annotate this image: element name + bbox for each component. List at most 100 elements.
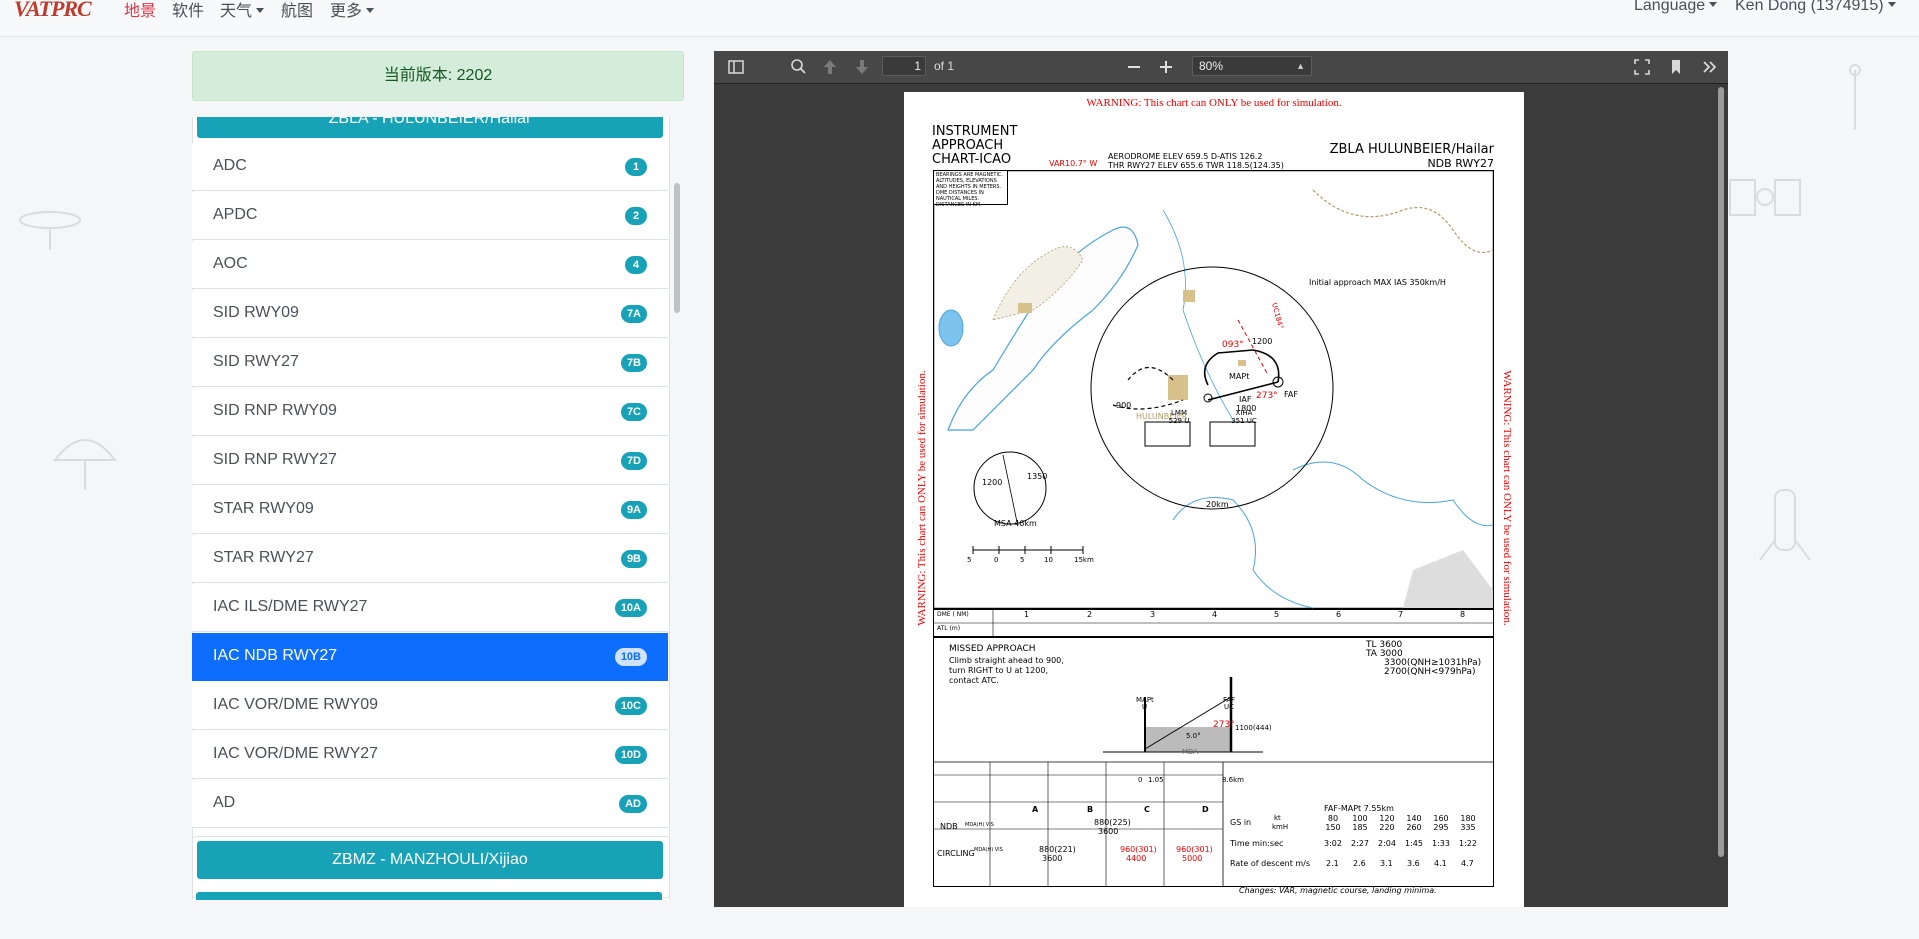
profile-gradient: 5.0° — [1186, 732, 1201, 740]
dme-7: 7 — [1398, 610, 1404, 619]
list-item[interactable]: AOC 4 — [192, 241, 668, 289]
descent-value: 4.7 — [1461, 859, 1474, 868]
chart-title-block: INSTRUMENT APPROACH CHART-ICAO — [932, 125, 1017, 167]
descent-value: 2.1 — [1326, 859, 1339, 868]
list-item[interactable]: APDC 2 — [192, 192, 668, 240]
time-value: 2:04 — [1378, 839, 1396, 848]
descent-value: 2.6 — [1353, 859, 1366, 868]
item-label: SID RWY27 — [213, 353, 299, 370]
dme-5: 5 — [1274, 610, 1280, 619]
lmm-box: LMM 529 U — [1159, 409, 1199, 425]
nav-software[interactable]: 软件 — [172, 0, 204, 21]
scale-label-1: 0 — [994, 556, 999, 564]
zoom-select[interactable]: 80% ▲ — [1192, 56, 1312, 76]
list-item[interactable]: SID RWY27 7B — [192, 339, 668, 387]
item-label: ADC — [213, 157, 247, 174]
circling-vis-d: 5000 — [1182, 854, 1203, 863]
item-badge: 9A — [620, 501, 647, 519]
tools-icon[interactable] — [1700, 57, 1720, 77]
list-item[interactable]: SID RNP RWY09 7C — [192, 388, 668, 436]
user-dropdown[interactable]: Ken Dong (1374915) — [1735, 0, 1896, 15]
warning-top: WARNING: This chart can ONLY be used for… — [1086, 97, 1342, 109]
profile-course: 273° — [1213, 720, 1235, 730]
fullscreen-icon[interactable] — [1632, 57, 1652, 77]
dme-4: 4 — [1212, 610, 1218, 619]
satellite-doodle-icon — [19, 211, 81, 250]
atl-label: ATL (m) — [937, 625, 961, 632]
nav-charts[interactable]: 航图 — [281, 0, 313, 21]
list-item[interactable]: STAR RWY27 9B — [192, 535, 668, 583]
page-up-icon[interactable] — [820, 57, 840, 77]
item-label: IAC VOR/DME RWY09 — [213, 696, 379, 713]
list-item[interactable]: IAC ILS/DME RWY27 10A — [192, 584, 668, 632]
list-item[interactable]: IAC VOR/DME RWY27 10D — [192, 731, 668, 779]
item-label: STAR RWY09 — [213, 500, 314, 517]
language-dropdown[interactable]: Language — [1634, 0, 1718, 15]
viewer-scrollbar[interactable] — [1718, 87, 1724, 857]
list-item[interactable]: STAR RWY09 9A — [192, 486, 668, 534]
dme-label: DME ( NM) — [937, 611, 969, 618]
gs-kmh-value: 295 — [1433, 823, 1449, 832]
list-item-active[interactable]: IAC NDB RWY27 10B — [192, 633, 668, 681]
group-button-next[interactable] — [196, 892, 662, 900]
minima-d: D — [1202, 805, 1209, 814]
profile-86km: 8.6km — [1222, 776, 1245, 784]
initial-approach-note: Initial approach MAX IAS 350km/H — [1309, 278, 1446, 287]
list-scrollbar[interactable] — [674, 183, 680, 313]
gs-label: GS in — [1230, 818, 1252, 827]
circling-mda-ab: 880(221) — [1039, 845, 1076, 854]
item-label: SID RWY09 — [213, 304, 299, 321]
circling-mda-label: MDA(H) VIS — [974, 847, 1003, 853]
scale-label-3: 10 — [1044, 556, 1053, 564]
ring-label: 20km — [1206, 500, 1229, 509]
missed-line: Climb straight ahead to 900, — [949, 656, 1064, 665]
list-item[interactable]: ADC 1 — [192, 143, 668, 191]
gs-kmh-value: 335 — [1460, 823, 1476, 832]
group-button-zbmz[interactable]: ZBMZ - MANZHOULI/Xijiao — [197, 841, 663, 879]
faf-table-title: FAF-MAPt 7.55km — [1324, 804, 1394, 813]
brand-logo[interactable]: VATPRC — [14, 0, 92, 21]
nav-more[interactable]: 更多 — [330, 0, 375, 21]
page-down-icon[interactable] — [852, 57, 872, 77]
zoom-in-icon[interactable] — [1156, 57, 1176, 77]
bookmark-icon[interactable] — [1666, 57, 1686, 77]
minima-a: A — [1032, 805, 1039, 814]
list-item[interactable]: AD AD — [192, 780, 668, 828]
caret-down-icon — [366, 8, 375, 13]
profile-zero: 0 — [1138, 776, 1143, 784]
item-label: SID RNP RWY09 — [213, 402, 337, 419]
page-number-input[interactable]: 1 — [882, 56, 926, 76]
msa-alt-1200: 1200 — [982, 478, 1003, 487]
item-label: STAR RWY27 — [213, 549, 314, 566]
item-badge: 7A — [620, 305, 647, 323]
user-name: Ken Dong (1374915) — [1735, 0, 1884, 14]
item-badge: 10B — [614, 648, 647, 666]
chart-page: WARNING: This chart can ONLY be used for… — [904, 92, 1524, 907]
approach-map — [933, 170, 1494, 609]
chart-list[interactable]: ZBLA - HULUNBEIER/Hailar ADC 1 APDC 2 AOC 4… — [192, 117, 684, 900]
circling-mda-d: 960(301) — [1176, 845, 1213, 854]
zoom-out-icon[interactable] — [1124, 57, 1144, 77]
fix-iaf: IAF — [1239, 395, 1252, 404]
list-item[interactable]: SID RWY09 7A — [192, 290, 668, 338]
fix-mapt: MAPt — [1229, 372, 1250, 381]
nav-scenery[interactable]: 地景 — [124, 0, 156, 21]
sidebar-toggle-icon[interactable] — [726, 57, 746, 77]
top-navbar: VATPRC 地景 软件 天气 航图 更多 Language Ken Dong … — [0, 0, 1919, 37]
item-badge: 10D — [614, 746, 647, 764]
group-button-zbla[interactable]: ZBLA - HULUNBEIER/Hailar — [197, 117, 663, 138]
gs-col: 160 295 — [1432, 814, 1450, 832]
nav-weather[interactable]: 天气 — [220, 0, 265, 21]
minima-c: C — [1144, 805, 1150, 814]
item-badge: AD — [619, 795, 647, 813]
time-value: 1:22 — [1459, 839, 1477, 848]
item-label: SID RNP RWY27 — [213, 451, 337, 468]
note-line: DISTANCES IN KM. — [936, 202, 982, 208]
search-icon[interactable] — [788, 57, 808, 77]
list-item[interactable]: IAC VOR/DME RWY09 10C — [192, 682, 668, 730]
course-093: 093° — [1222, 340, 1244, 350]
list-item[interactable]: SID RNP RWY27 7D — [192, 437, 668, 485]
gs-kmh-value: 150 — [1325, 823, 1341, 832]
chart-thr: THR RWY27 ELEV 655.6 TWR 118.5(124.35) — [1108, 161, 1284, 170]
xiha-freq: 351 UC — [1231, 417, 1257, 425]
